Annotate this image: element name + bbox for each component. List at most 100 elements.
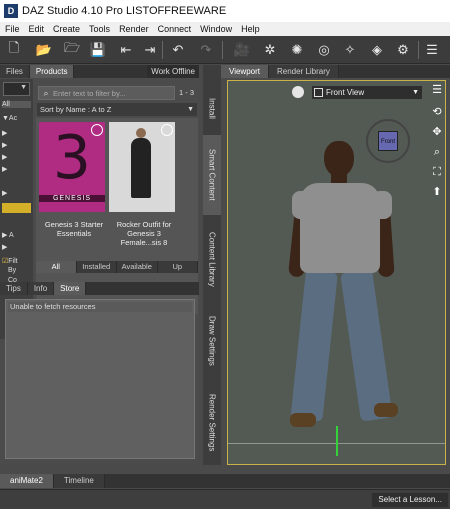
viewport[interactable]: Front View Front	[227, 80, 446, 465]
daz-studio-window: D DAZ Studio 4.10 Pro LISTOFFREEWARE Fil…	[0, 0, 450, 509]
tab-files[interactable]: Files	[0, 65, 30, 78]
status-badge-icon	[161, 124, 173, 136]
category-item[interactable]: ▶	[2, 189, 7, 197]
tab-animate2[interactable]: aniMate2	[0, 474, 54, 488]
merge-icon[interactable]: 🗁	[62, 40, 82, 60]
window-icon[interactable]: ☰	[422, 40, 442, 60]
menu-connect[interactable]: Connect	[158, 24, 192, 34]
work-offline-button[interactable]: Work Offline	[147, 65, 199, 78]
category-dropdown[interactable]	[3, 82, 30, 96]
filter-tab-available[interactable]: Available	[117, 261, 158, 273]
new-icon[interactable]: 🗋	[4, 40, 24, 60]
viewport-tool-strip: ☰ ⟲ ✥ ⌕ ⛶ ⬆	[425, 65, 450, 465]
shading-sphere-icon[interactable]	[292, 86, 304, 98]
category-item[interactable]: ▶	[2, 165, 7, 173]
grid-icon	[314, 88, 323, 97]
category-item[interactable]: ▶	[2, 243, 7, 251]
zoom-icon[interactable]: ⌕	[430, 145, 444, 159]
info-tabs: Tips Info Store	[0, 282, 199, 295]
viewport-tabs: Viewport Render Library	[221, 65, 450, 78]
tab-info[interactable]: Info	[27, 282, 55, 295]
tab-draw-settings[interactable]: Draw Settings	[203, 303, 221, 379]
category-selected[interactable]	[2, 203, 31, 213]
sort-dropdown[interactable]: Sort by Name : A to Z	[37, 103, 197, 116]
tab-render-library[interactable]: Render Library	[268, 65, 339, 78]
figure-leg	[340, 268, 393, 422]
figure-shoe	[290, 413, 316, 427]
light-icon[interactable]: ✲	[260, 40, 280, 60]
checkbox-label: Filt	[8, 258, 18, 265]
genesis-caption: GENESIS	[39, 195, 105, 202]
product-name: Genesis 3 Starter Essentials	[44, 220, 104, 238]
export-icon[interactable]: ⇥	[140, 40, 160, 60]
tab-install[interactable]: Install	[203, 83, 221, 133]
product-thumbnail[interactable]: 3 GENESIS	[39, 122, 105, 212]
checkbox-label: By	[8, 267, 17, 274]
category-item[interactable]: ▶	[2, 153, 7, 161]
pan-icon[interactable]: ✥	[430, 125, 444, 139]
undo-icon[interactable]: ↶	[168, 40, 188, 60]
filter-tab-all[interactable]: All	[36, 261, 77, 273]
render-settings-icon[interactable]: ⚙	[393, 40, 413, 60]
genesis-logo: 3	[52, 123, 92, 193]
tab-viewport[interactable]: Viewport	[221, 65, 269, 78]
figure-head	[324, 141, 354, 177]
tab-timeline[interactable]: Timeline	[53, 474, 105, 488]
category-item[interactable]: ▶ A	[2, 231, 14, 239]
figure-leg	[290, 269, 338, 422]
view-selector-label: Front View	[326, 88, 365, 97]
import-icon[interactable]: ⇤	[116, 40, 136, 60]
distant-light-icon[interactable]: ✧	[340, 40, 360, 60]
title-bar: D DAZ Studio 4.10 Pro LISTOFFREEWARE	[0, 0, 450, 22]
human-figure[interactable]	[287, 141, 398, 441]
menu-help[interactable]: Help	[241, 24, 260, 34]
category-item[interactable]: ▼Ac	[2, 115, 17, 122]
up-arrow-icon[interactable]: ⬆	[430, 185, 444, 199]
menu-render[interactable]: Render	[119, 24, 149, 34]
redo-icon[interactable]: ↷	[196, 40, 216, 60]
select-lesson-button[interactable]: Select a Lesson...	[372, 493, 448, 507]
figure-shoe	[374, 403, 398, 417]
product-thumbnail[interactable]	[109, 122, 175, 212]
tab-render-settings[interactable]: Render Settings	[203, 383, 221, 463]
tab-smart-content[interactable]: Smart Content	[203, 135, 221, 215]
filter-tab-updates[interactable]: Up	[158, 261, 198, 273]
open-icon[interactable]: 📂	[34, 40, 54, 60]
menu-window[interactable]: Window	[200, 24, 232, 34]
figure-sleeve	[292, 191, 312, 219]
menu-file[interactable]: File	[5, 24, 20, 34]
orbit-icon[interactable]: ⟲	[430, 105, 444, 119]
node-icon[interactable]: ◈	[367, 40, 387, 60]
y-axis-gizmo	[336, 426, 338, 456]
filter-tab-installed[interactable]: Installed	[77, 261, 117, 273]
menu-icon[interactable]: ☰	[430, 83, 444, 97]
category-item[interactable]: ▶	[2, 141, 7, 149]
category-all[interactable]: All	[2, 101, 31, 108]
view-selector[interactable]: Front View	[312, 86, 422, 99]
camera-icon[interactable]: 🎥	[232, 40, 252, 60]
tab-draw-settings-label: Draw Settings	[207, 316, 217, 366]
menu-edit[interactable]: Edit	[29, 24, 45, 34]
tab-content-library[interactable]: Content Library	[203, 217, 221, 301]
filter-checkbox-label[interactable]: ☑Filt	[2, 257, 18, 265]
tab-products[interactable]: Products	[29, 65, 75, 78]
product-search-input[interactable]: ⌕ Enter text to filter by...	[38, 86, 175, 100]
menu-tools[interactable]: Tools	[89, 24, 110, 34]
menu-create[interactable]: Create	[53, 24, 80, 34]
save-icon[interactable]: 💾	[88, 40, 108, 60]
window-title: DAZ Studio 4.10 Pro LISTOFFREEWARE	[22, 5, 227, 17]
product-card[interactable]: Rocker Outfit for Genesis 3 Female...sis…	[109, 122, 179, 247]
frame-icon[interactable]: ⛶	[430, 165, 444, 179]
result-count: 1 - 3	[179, 88, 195, 97]
point-light-icon[interactable]: ◎	[314, 40, 334, 60]
search-icon: ⌕	[43, 87, 49, 98]
daz-app-icon: D	[4, 4, 18, 18]
side-pane-tabs: Install Smart Content Content Library Dr…	[203, 65, 221, 465]
menu-bar: File Edit Create Tools Render Connect Wi…	[0, 22, 450, 36]
tab-store[interactable]: Store	[54, 282, 87, 295]
tab-tips[interactable]: Tips	[0, 282, 28, 295]
product-card[interactable]: 3 GENESIS Genesis 3 Starter Essentials	[39, 122, 109, 238]
spotlight-icon[interactable]: ✺	[287, 40, 307, 60]
category-item[interactable]: ▶	[2, 129, 7, 137]
figure-sleeve	[372, 191, 392, 219]
